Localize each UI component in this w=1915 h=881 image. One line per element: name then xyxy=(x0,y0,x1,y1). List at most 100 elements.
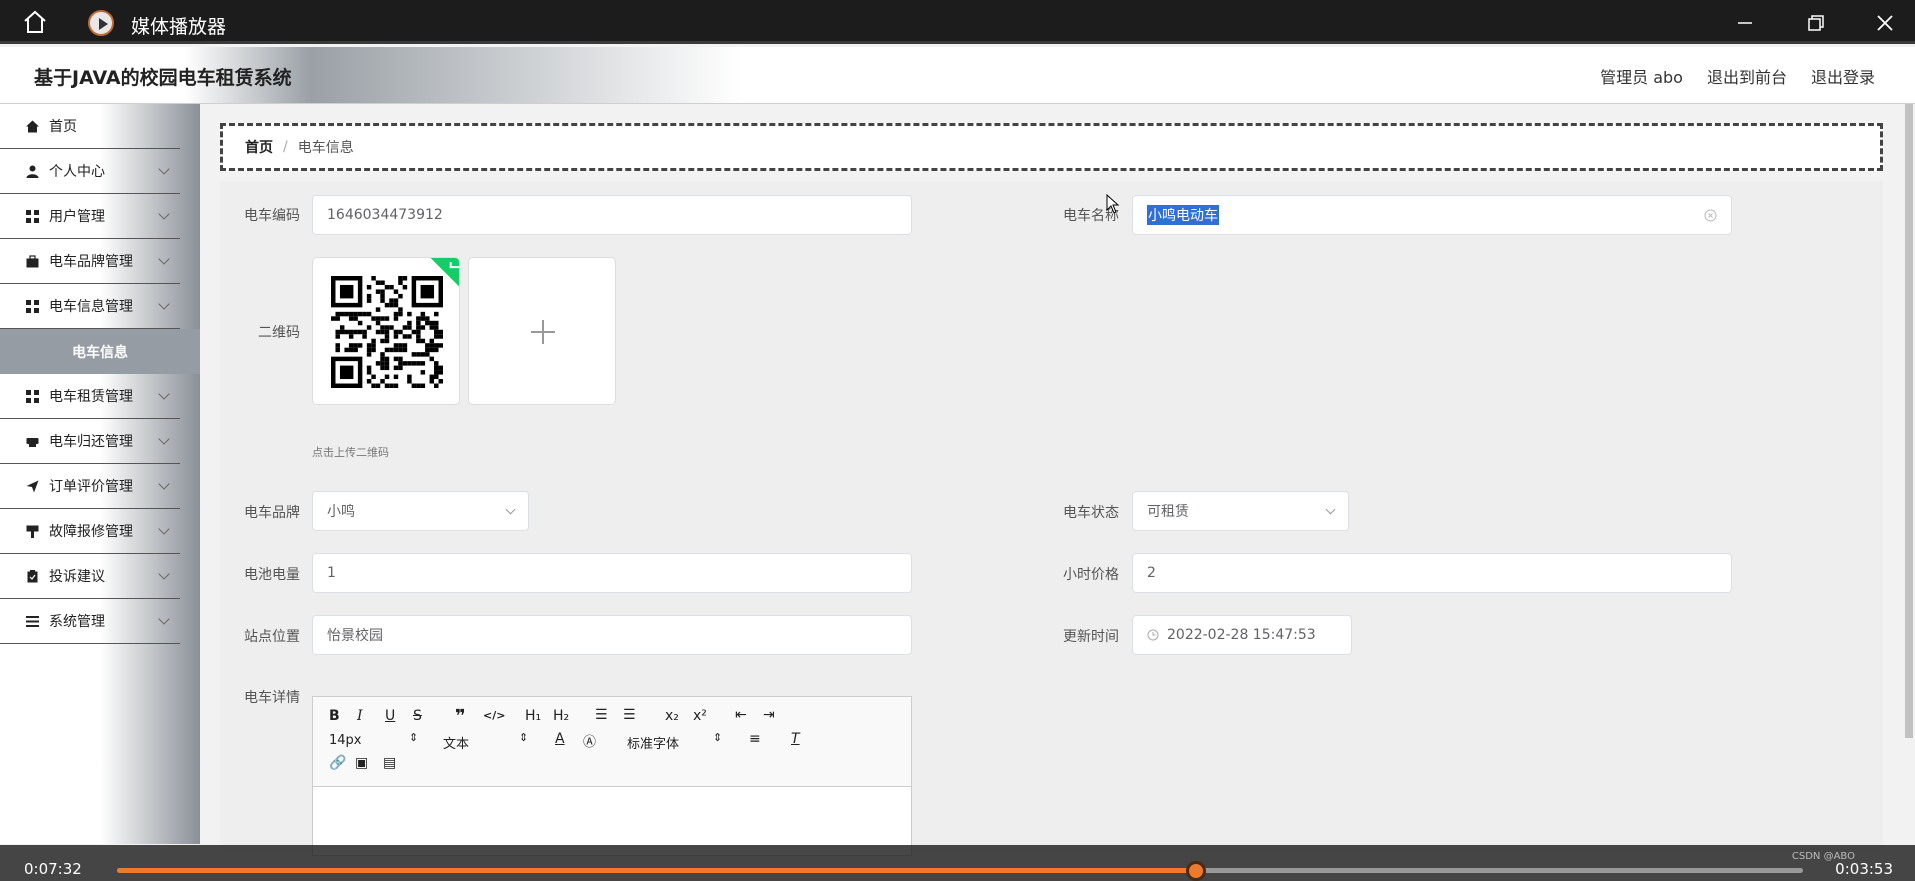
logout-link[interactable]: 退出登录 xyxy=(1811,64,1875,88)
clipboard-icon xyxy=(27,569,38,582)
media-player-titlebar: 媒体播放器 xyxy=(0,0,1915,44)
sidebar-item-label: 电车品牌管理 xyxy=(49,254,133,270)
grid-icon xyxy=(26,299,39,313)
superscript-icon[interactable]: x² xyxy=(693,708,707,724)
indent-icon[interactable]: ⇥ xyxy=(763,707,775,723)
tool-icon xyxy=(26,525,39,538)
sidebar-item-label: 电车信息管理 xyxy=(49,299,133,315)
heading-2-icon[interactable]: H₂ xyxy=(553,708,569,724)
sidebar-item-complaints[interactable]: 投诉建议 xyxy=(0,554,180,599)
header-links: 管理员 abo 退出到前台 退出登录 xyxy=(1600,64,1875,88)
sidebar-item-review-management[interactable]: 订单评价管理 xyxy=(0,464,180,509)
link-icon[interactable]: 🔗 xyxy=(329,755,346,771)
media-player-app-icon xyxy=(88,10,114,36)
image-icon[interactable]: ▣ xyxy=(355,755,368,771)
battery-field[interactable]: 1 xyxy=(312,553,912,593)
chevron-down-icon xyxy=(158,388,170,400)
ordered-list-icon[interactable]: ☰ xyxy=(595,707,608,723)
battery-label: 电池电量 xyxy=(244,567,300,583)
mouse-cursor-icon xyxy=(1106,194,1120,214)
chevron-updown-icon: ⇕ xyxy=(519,731,529,744)
sidebar-item-label: 电车归还管理 xyxy=(49,434,133,450)
qr-image-card[interactable] xyxy=(312,257,460,405)
site-title: 基于JAVA的校园电车租赁系统 xyxy=(34,67,292,89)
font-size-select[interactable]: 14px xyxy=(329,733,362,748)
background-color-icon[interactable]: Ⓐ xyxy=(583,731,596,750)
blockquote-icon[interactable]: ❞ xyxy=(455,706,466,727)
sidebar-item-label: 首页 xyxy=(49,119,77,135)
chevron-down-icon xyxy=(158,523,170,535)
underline-icon[interactable]: U xyxy=(385,708,395,724)
seek-bar[interactable] xyxy=(117,861,1803,881)
home-icon[interactable] xyxy=(22,10,48,34)
status-select[interactable]: 可租赁 xyxy=(1132,491,1349,531)
close-icon[interactable] xyxy=(1874,12,1896,34)
code-block-icon[interactable]: </> xyxy=(483,709,505,722)
price-field[interactable]: 2 xyxy=(1132,553,1732,593)
clear-format-icon[interactable]: T xyxy=(791,731,800,747)
sidebar-item-label: 系统管理 xyxy=(49,614,105,630)
home-icon xyxy=(26,120,39,132)
seek-bar-thumb[interactable] xyxy=(1186,861,1207,881)
name-value: 小鸣电动车 xyxy=(1147,205,1219,225)
subscript-icon[interactable]: x₂ xyxy=(665,708,679,724)
sidebar-item-label: 用户管理 xyxy=(49,209,105,225)
rich-text-editor[interactable]: B I U S ❞ </> H₁ H₂ ☰ ☰ x₂ x² ⇤ ⇥ 14px ⇕… xyxy=(312,696,912,856)
sidebar-item-repair-management[interactable]: 故障报修管理 xyxy=(0,509,180,554)
qr-upload-button[interactable] xyxy=(468,257,616,405)
sidebar-item-home[interactable]: 首页 xyxy=(0,104,180,149)
sidebar-item-personal-center[interactable]: 个人中心 xyxy=(0,149,180,194)
brand-select[interactable]: 小鸣 xyxy=(312,491,529,531)
sidebar: 首页 个人中心 用户管理 电车品牌管理 电车信息管理 电车信息 电车租赁管理 电… xyxy=(0,104,200,844)
player-title: 媒体播放器 xyxy=(131,16,227,38)
sidebar-item-brand-management[interactable]: 电车品牌管理 xyxy=(0,239,180,284)
detail-label: 电车详情 xyxy=(244,690,300,706)
sidebar-item-return-management[interactable]: 电车归还管理 xyxy=(0,419,180,464)
breadcrumb-home[interactable]: 首页 xyxy=(245,137,273,157)
heading-1-icon[interactable]: H₁ xyxy=(525,708,541,724)
align-icon[interactable]: ≡ xyxy=(749,731,761,747)
sidebar-item-rental-management[interactable]: 电车租赁管理 xyxy=(0,374,180,419)
time-elapsed: 0:07:32 xyxy=(24,860,82,878)
page-scrollbar[interactable] xyxy=(1905,104,1913,738)
grid-icon xyxy=(26,209,39,223)
seek-bar-played xyxy=(117,868,1197,873)
site-header: 基于JAVA的校园电车租赁系统 管理员 abo 退出到前台 退出登录 xyxy=(0,47,1915,104)
chevron-down-icon xyxy=(1325,504,1336,515)
chevron-down-icon xyxy=(158,478,170,490)
italic-icon[interactable]: I xyxy=(357,708,363,724)
brand-label: 电车品牌 xyxy=(244,505,300,521)
bold-icon[interactable]: B xyxy=(329,708,340,724)
chevron-down-icon xyxy=(158,433,170,445)
qr-label: 二维码 xyxy=(258,325,300,341)
code-field[interactable]: 1646034473912 xyxy=(312,195,912,235)
sidebar-item-vehicle-info-management[interactable]: 电车信息管理 xyxy=(0,284,180,329)
time-remaining: 0:03:53 xyxy=(1835,860,1893,878)
chevron-down-icon xyxy=(158,613,170,625)
font-color-icon[interactable]: A xyxy=(555,731,565,747)
minimize-icon[interactable] xyxy=(1734,12,1756,34)
printer-icon xyxy=(26,437,39,447)
sidebar-item-label: 电车租赁管理 xyxy=(49,389,133,405)
sidebar-item-system-management[interactable]: 系统管理 xyxy=(0,599,180,644)
outdent-icon[interactable]: ⇤ xyxy=(735,707,747,723)
exit-to-frontend-link[interactable]: 退出到前台 xyxy=(1707,64,1787,88)
site-label: 站点位置 xyxy=(244,629,300,645)
bullet-list-icon[interactable]: ☰ xyxy=(623,707,636,723)
block-type-select[interactable]: 文本 xyxy=(443,733,469,752)
code-label: 电车编码 xyxy=(244,208,300,224)
sidebar-subitem-vehicle-info[interactable]: 电车信息 xyxy=(0,329,200,374)
name-field[interactable]: 小鸣电动车 xyxy=(1132,195,1732,235)
sidebar-item-label: 订单评价管理 xyxy=(49,479,133,495)
sidebar-item-user-management[interactable]: 用户管理 xyxy=(0,194,180,239)
status-value: 可租赁 xyxy=(1147,504,1189,520)
strikethrough-icon[interactable]: S xyxy=(413,708,422,724)
breadcrumb: 首页 / 电车信息 xyxy=(220,123,1883,171)
restore-icon[interactable] xyxy=(1805,12,1827,34)
update-time-picker[interactable]: 2022-02-28 15:47:53 xyxy=(1132,615,1352,655)
video-icon[interactable]: ▤ xyxy=(383,755,396,771)
clear-icon[interactable] xyxy=(1704,209,1717,222)
site-field[interactable]: 怡景校园 xyxy=(312,615,912,655)
font-family-select[interactable]: 标准字体 xyxy=(627,733,679,752)
status-label: 电车状态 xyxy=(1063,505,1119,521)
